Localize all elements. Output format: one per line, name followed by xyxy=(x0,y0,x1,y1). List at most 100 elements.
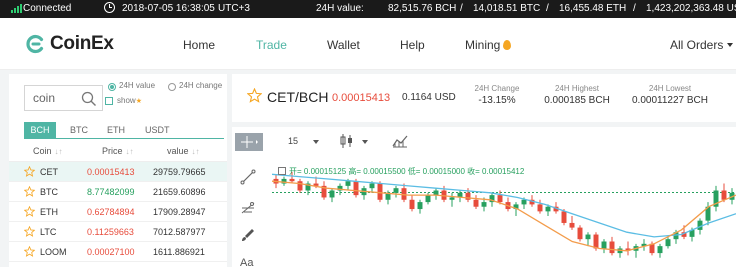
sort-24h-change-label: 24H change xyxy=(179,81,223,90)
sort-icon: ↓↑ xyxy=(191,147,200,156)
stat-label: 24H Change xyxy=(474,84,520,93)
star-icon[interactable] xyxy=(24,226,35,237)
market-row[interactable]: LOOM 0.00027100 1611.886921 xyxy=(9,242,227,262)
status-bar: Connected 2018-07-05 16:38:05 UTC+3 24H … xyxy=(0,0,736,18)
header-coin[interactable]: Coin ↓↑ xyxy=(33,146,63,156)
candle-body xyxy=(521,199,527,205)
candle-body xyxy=(425,195,431,203)
coin-symbol: LTC xyxy=(40,227,57,237)
volume-bch: 82,515.76 BCH xyxy=(388,3,457,14)
nav-home[interactable]: Home xyxy=(183,38,215,52)
ma-long-line xyxy=(272,173,736,238)
tab-eth[interactable]: ETH xyxy=(107,122,125,138)
stat-value: 0.00011227 BCH xyxy=(632,95,708,106)
candle-body xyxy=(433,190,439,196)
coin-symbol: ETH xyxy=(40,207,58,217)
interval-selector[interactable]: 15 xyxy=(288,136,298,146)
candle-body xyxy=(593,234,599,249)
tab-usdt[interactable]: USDT xyxy=(145,122,170,138)
market-row[interactable]: BTC 8.77482099 21659.60896 xyxy=(9,182,227,202)
candle-body xyxy=(449,197,455,200)
candle-body xyxy=(353,181,359,196)
candle-body xyxy=(473,199,479,207)
coin-price: 0.11259663 xyxy=(87,227,134,237)
candle-body xyxy=(585,234,591,240)
show-favorites-checkbox[interactable] xyxy=(105,97,113,105)
coin-price: 0.00015413 xyxy=(87,167,135,177)
stat-label: 24H Lowest xyxy=(648,84,692,93)
volume-separator: / xyxy=(633,3,636,14)
tab-btc[interactable]: BTC xyxy=(70,122,88,138)
signal-icon xyxy=(11,4,22,13)
header-value[interactable]: value ↓↑ xyxy=(167,146,200,156)
star-icon[interactable] xyxy=(247,88,262,103)
chevron-down-icon xyxy=(727,43,734,47)
chart-panel: 15 Aa 开= 0.00015125 高= 0.00015500 低= 0.0… xyxy=(232,127,736,267)
nav-wallet[interactable]: Wallet xyxy=(327,38,360,52)
candle-body xyxy=(369,183,375,189)
candle-body xyxy=(577,227,583,240)
trading-pair: CET/BCH xyxy=(267,89,329,105)
nav-all-orders[interactable]: All Orders xyxy=(670,38,734,52)
brush-tool-icon[interactable] xyxy=(240,227,256,248)
market-row[interactable]: ETH 0.62784894 17909.28947 xyxy=(9,202,227,222)
coin-value: 7012.587977 xyxy=(153,227,206,237)
sort-24h-value-radio[interactable] xyxy=(108,83,116,91)
header-price-label: Price xyxy=(102,146,123,156)
header-price[interactable]: Price ↓↑ xyxy=(102,146,134,156)
drawing-tools: Aa xyxy=(232,155,264,267)
ohlc-legend-text: 开= 0.00015125 高= 0.00015500 低= 0.0001500… xyxy=(289,167,525,176)
legend-toggle-icon[interactable] xyxy=(278,167,286,175)
sort-icon: ↓↑ xyxy=(125,147,134,156)
market-row[interactable]: CET 0.00015413 29759.79665 xyxy=(9,162,227,182)
candlestick-type-icon[interactable] xyxy=(338,133,356,149)
text-tool-icon[interactable]: Aa xyxy=(240,257,253,267)
nav-help[interactable]: Help xyxy=(400,38,425,52)
star-icon[interactable] xyxy=(24,186,35,197)
candle-body xyxy=(545,206,551,212)
last-price: 0.00015413 xyxy=(332,92,391,104)
stat-24h-high: 24H Highest 0.000185 BCH xyxy=(537,84,617,106)
star-icon[interactable] xyxy=(24,166,35,177)
volume-btc: 14,018.51 BTC xyxy=(473,3,541,14)
market-panel: 24H value 24H change show★ BCH BTC ETH U… xyxy=(9,74,227,267)
search-input[interactable] xyxy=(33,91,73,105)
crosshair-button[interactable] xyxy=(235,133,263,151)
fibonacci-tool-icon[interactable] xyxy=(240,199,256,220)
flame-icon xyxy=(503,40,512,50)
volume-separator: / xyxy=(546,3,549,14)
show-label-text: show xyxy=(117,96,136,105)
candle-body xyxy=(665,239,671,247)
candle-body xyxy=(609,241,615,254)
ticker-header: CET/BCH 0.00015413 0.1164 USD 24H Change… xyxy=(232,74,736,122)
status-datetime: 2018-07-05 16:38:05 xyxy=(122,3,215,14)
coin-symbol: CET xyxy=(40,167,58,177)
candle-body xyxy=(417,202,423,210)
coin-value: 17909.28947 xyxy=(153,207,206,217)
coin-price: 0.62784894 xyxy=(87,207,135,217)
coin-search xyxy=(24,85,103,111)
chevron-down-icon[interactable] xyxy=(313,140,319,144)
star-icon: ★ xyxy=(135,98,142,105)
trendline-tool-icon[interactable] xyxy=(240,169,256,190)
candlestick-chart[interactable] xyxy=(272,165,736,267)
stat-label: 24H Highest xyxy=(554,84,600,93)
ohlc-legend: 开= 0.00015125 高= 0.00015500 低= 0.0001500… xyxy=(278,166,524,177)
nav-mining[interactable]: Mining xyxy=(465,38,512,52)
star-icon[interactable] xyxy=(24,246,35,257)
coin-price: 8.77482099 xyxy=(87,187,135,197)
nav-trade[interactable]: Trade xyxy=(256,38,287,52)
candle-body xyxy=(657,246,663,254)
chevron-down-icon[interactable] xyxy=(362,140,368,144)
market-row[interactable]: LTC 0.11259663 7012.587977 xyxy=(9,222,227,242)
candle-body xyxy=(465,192,471,200)
brand-logo[interactable]: CoinEx xyxy=(26,33,114,55)
indicators-icon[interactable] xyxy=(392,134,408,148)
volume-separator: / xyxy=(460,3,463,14)
sort-24h-change-radio[interactable] xyxy=(168,83,176,91)
candle-body xyxy=(289,178,295,182)
star-icon[interactable] xyxy=(24,206,35,217)
tab-bch[interactable]: BCH xyxy=(24,122,56,138)
search-icon[interactable] xyxy=(81,91,97,107)
stat-24h-change: 24H Change -13.15% xyxy=(468,84,526,106)
